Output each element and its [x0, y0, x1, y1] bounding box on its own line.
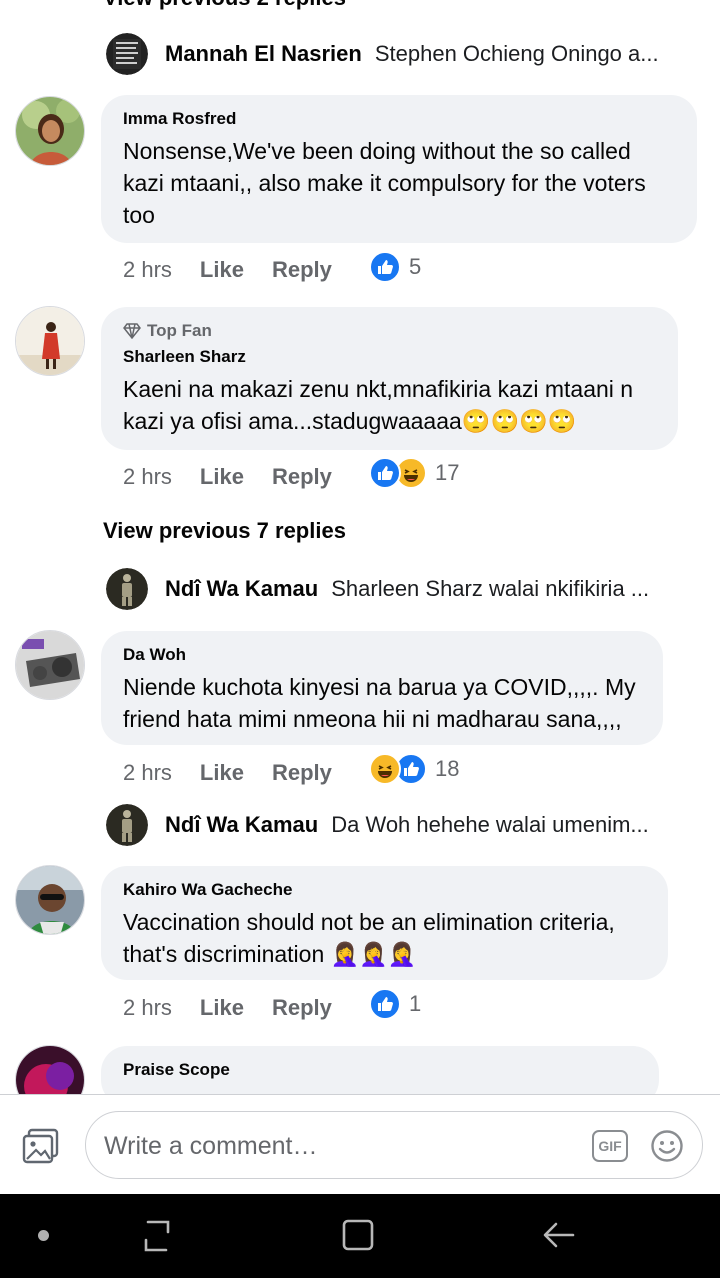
view-previous-replies-top[interactable]: View previous 2 replies — [103, 0, 346, 11]
comment-bubble[interactable]: Kahiro Wa Gacheche Vaccination should no… — [101, 866, 668, 980]
comment-actions: 2 hrs Like Reply — [123, 459, 332, 495]
comment-actions: 2 hrs Like Reply — [123, 755, 332, 791]
comment-author[interactable]: Da Woh — [123, 645, 641, 665]
view-previous-replies[interactable]: View previous 7 replies — [103, 518, 346, 544]
reply-row-ndi[interactable]: Ndî Wa Kamau Sharleen Sharz walai nkifik… — [106, 567, 696, 611]
comment-text: Kaeni na makazi zenu nkt,mnafikiria kazi… — [123, 376, 634, 434]
comment-text: Niende kuchota kinyesi na barua ya COVID… — [123, 674, 636, 732]
reply-row-ndi[interactable]: Ndî Wa Kamau Da Woh hehehe walai umenim.… — [106, 803, 696, 847]
reply-button[interactable]: Reply — [272, 464, 332, 490]
nav-dot-icon — [38, 1230, 49, 1241]
reaction-summary[interactable]: 5 — [369, 251, 421, 283]
reply-button[interactable]: Reply — [272, 995, 332, 1021]
comment-actions: 2 hrs Like Reply — [123, 990, 332, 1026]
reply-author[interactable]: Mannah El Nasrien — [165, 41, 362, 67]
top-fan-label: Top Fan — [147, 321, 212, 340]
reply-author[interactable]: Ndî Wa Kamau — [165, 812, 318, 838]
gif-icon[interactable]: GIF — [592, 1130, 628, 1162]
avatar[interactable] — [15, 96, 85, 166]
like-button[interactable]: Like — [200, 464, 244, 490]
reaction-count: 17 — [435, 460, 460, 485]
reply-snippet[interactable]: Da Woh hehehe walai umenim... — [331, 812, 696, 838]
like-button[interactable]: Like — [200, 995, 244, 1021]
haha-reaction-icon — [369, 753, 401, 785]
comment-author[interactable]: Imma Rosfred — [123, 109, 675, 129]
like-reaction-icon — [369, 457, 401, 489]
comment-time[interactable]: 2 hrs — [123, 995, 172, 1021]
comment-author[interactable]: Kahiro Wa Gacheche — [123, 880, 646, 900]
diamond-icon — [123, 323, 141, 339]
home-icon[interactable] — [341, 1218, 375, 1252]
comment-input[interactable] — [104, 1124, 584, 1168]
reaction-summary[interactable]: 17 — [369, 457, 459, 489]
comment-bubble[interactable]: Imma Rosfred Nonsense,We've been doing w… — [101, 95, 697, 243]
comment-text: Nonsense,We've been doing without the so… — [123, 138, 646, 228]
comment-bubble[interactable]: Top Fan Sharleen Sharz Kaeni na makazi z… — [101, 307, 678, 450]
reply-snippet[interactable]: Sharleen Sharz walai nkifikiria ... — [331, 576, 696, 602]
like-button[interactable]: Like — [200, 760, 244, 786]
comment-actions: 2 hrs Like Reply — [123, 252, 332, 288]
avatar[interactable] — [15, 306, 85, 376]
recents-icon[interactable] — [140, 1218, 174, 1254]
like-reaction-icon — [369, 988, 401, 1020]
like-reaction-icon — [369, 251, 401, 283]
reply-button[interactable]: Reply — [272, 760, 332, 786]
photo-icon[interactable] — [22, 1128, 60, 1164]
reaction-count: 5 — [409, 254, 422, 279]
avatar[interactable] — [106, 33, 148, 75]
comment-time[interactable]: 2 hrs — [123, 257, 172, 283]
top-fan-badge: Top Fan — [123, 321, 656, 341]
reply-button[interactable]: Reply — [272, 257, 332, 283]
avatar[interactable] — [15, 865, 85, 935]
back-icon[interactable] — [542, 1219, 576, 1251]
comment-input-container[interactable]: GIF — [85, 1111, 703, 1179]
comment-author[interactable]: Sharleen Sharz — [123, 347, 656, 367]
reply-row-mannah[interactable]: Mannah El Nasrien Stephen Ochieng Oningo… — [106, 32, 696, 76]
comment-time[interactable]: 2 hrs — [123, 464, 172, 490]
reaction-count: 18 — [435, 756, 460, 781]
comment-composer: GIF — [0, 1094, 720, 1194]
reply-snippet[interactable]: Stephen Ochieng Oningo a... — [375, 41, 696, 67]
avatar[interactable] — [106, 804, 148, 846]
avatar[interactable] — [15, 630, 85, 700]
system-nav-bar — [0, 1194, 720, 1278]
comment-text: Vaccination should not be an elimination… — [123, 909, 615, 967]
comment-time[interactable]: 2 hrs — [123, 760, 172, 786]
emoji-icon[interactable] — [650, 1129, 684, 1163]
comment-bubble[interactable]: Da Woh Niende kuchota kinyesi na barua y… — [101, 631, 663, 745]
reaction-summary[interactable]: 18 — [369, 753, 459, 785]
comment-author[interactable]: Praise Scope — [123, 1060, 637, 1080]
reaction-count: 1 — [409, 991, 422, 1016]
avatar[interactable] — [106, 568, 148, 610]
reply-author[interactable]: Ndî Wa Kamau — [165, 576, 318, 602]
reaction-summary[interactable]: 1 — [369, 988, 421, 1020]
like-button[interactable]: Like — [200, 257, 244, 283]
